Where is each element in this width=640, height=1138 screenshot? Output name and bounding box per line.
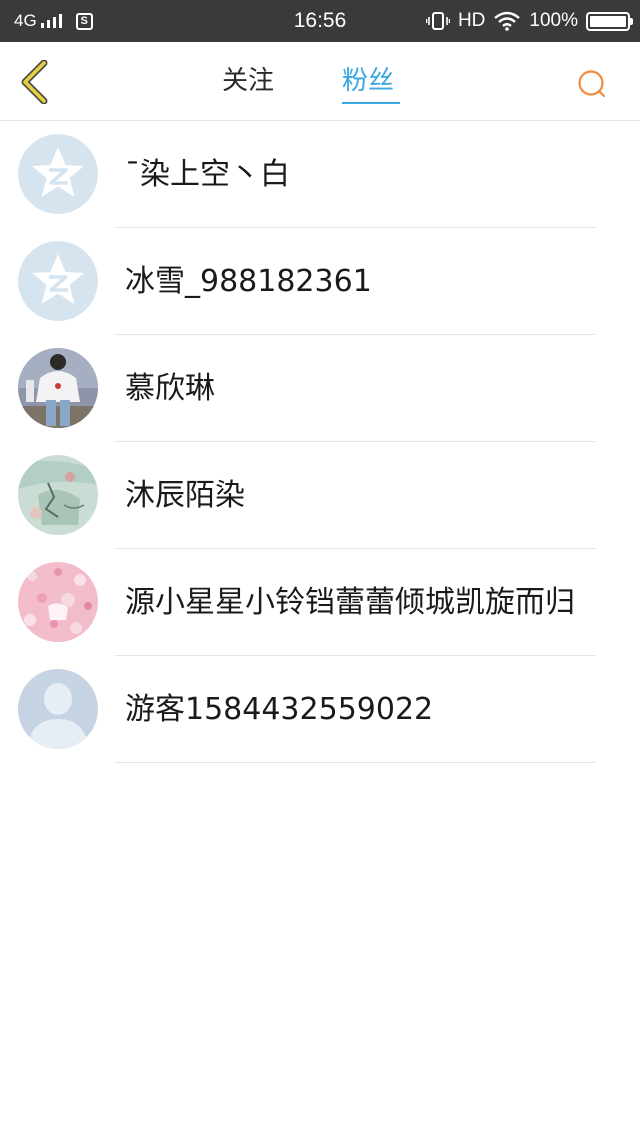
back-button[interactable] bbox=[14, 58, 54, 106]
chevron-left-icon bbox=[21, 60, 48, 104]
status-right: HD 100% bbox=[425, 0, 633, 42]
vibrate-icon bbox=[425, 12, 450, 30]
wifi-icon bbox=[494, 11, 521, 31]
default-user-icon bbox=[18, 669, 98, 749]
fan-name: 游客1584432559022 bbox=[125, 691, 434, 727]
search-button[interactable] bbox=[572, 64, 612, 104]
avatar bbox=[18, 669, 98, 749]
tab-fans[interactable]: 粉丝 bbox=[342, 42, 394, 121]
person-photo-icon bbox=[18, 348, 98, 428]
fan-name: 源小星星小铃铛蕾蕾倾城凯旋而归 bbox=[125, 584, 575, 620]
search-icon bbox=[578, 70, 606, 98]
fan-name: 冰雪_988182361 bbox=[125, 263, 372, 299]
list-item[interactable]: ˉ染上空丶白 bbox=[0, 121, 640, 228]
header-bar: 关注 粉丝 bbox=[0, 42, 640, 121]
avatar bbox=[18, 455, 98, 535]
avatar bbox=[18, 562, 98, 642]
avatar bbox=[18, 241, 98, 321]
active-tab-underline bbox=[342, 102, 400, 104]
hd-indicator: HD bbox=[457, 10, 486, 31]
list-item[interactable]: 慕欣琳 bbox=[0, 335, 640, 442]
list-item[interactable]: 沐辰陌染 bbox=[0, 442, 640, 549]
qzone-star-icon bbox=[18, 241, 98, 321]
battery-percent: 100% bbox=[529, 10, 578, 31]
status-bar: 4G S 16:56 HD 100% bbox=[0, 0, 640, 42]
tab-follow[interactable]: 关注 bbox=[222, 42, 274, 121]
fan-name: ˉ染上空丶白 bbox=[125, 156, 290, 192]
floral-photo-icon bbox=[18, 562, 98, 642]
mint-photo-icon bbox=[18, 455, 98, 535]
avatar bbox=[18, 134, 98, 214]
divider bbox=[115, 762, 596, 763]
list-item[interactable]: 冰雪_988182361 bbox=[0, 228, 640, 335]
qzone-star-icon bbox=[18, 134, 98, 214]
list-item[interactable]: 游客1584432559022 bbox=[0, 656, 640, 763]
fans-list: ˉ染上空丶白 冰雪_988182361 慕欣琳 沐辰陌染 源小星星小铃铛蕾蕾倾城… bbox=[0, 121, 640, 763]
avatar bbox=[18, 348, 98, 428]
fan-name: 慕欣琳 bbox=[125, 370, 215, 406]
battery-icon bbox=[586, 11, 633, 31]
list-item[interactable]: 源小星星小铃铛蕾蕾倾城凯旋而归 bbox=[0, 549, 640, 656]
fan-name: 沐辰陌染 bbox=[125, 477, 245, 513]
